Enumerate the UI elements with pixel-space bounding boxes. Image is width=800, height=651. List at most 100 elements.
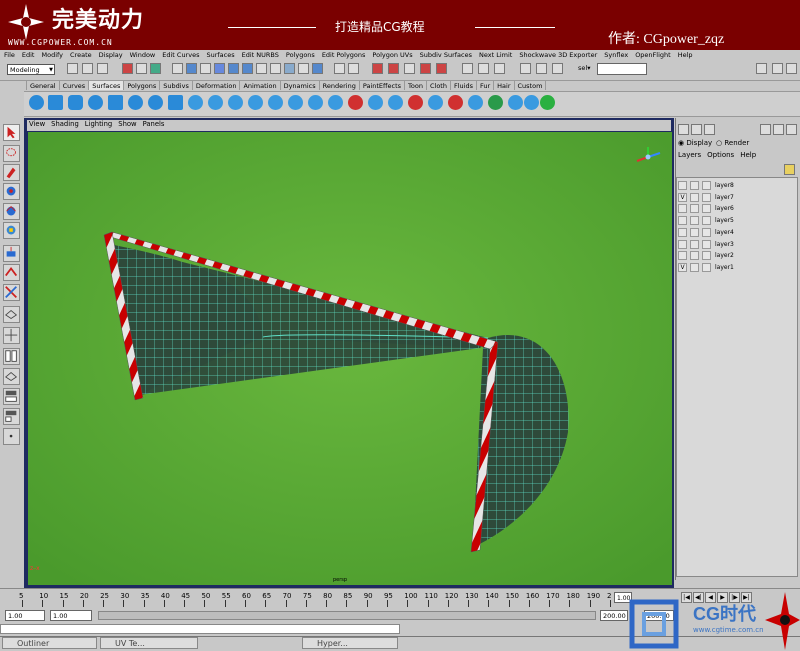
tab-subdivs[interactable]: Subdivs — [159, 80, 193, 90]
detach-icon[interactable] — [448, 95, 463, 110]
layer-row[interactable]: layer5 — [678, 215, 788, 226]
layer-color-swatch[interactable] — [702, 192, 711, 202]
nurbs-square-icon[interactable] — [168, 95, 183, 110]
layer-visibility-toggle[interactable] — [678, 227, 687, 237]
nurbs-circle-icon[interactable] — [148, 95, 163, 110]
loft-icon[interactable] — [208, 95, 223, 110]
menu-item-polygons[interactable]: Polygons — [286, 50, 315, 60]
layer-template-toggle[interactable] — [690, 262, 699, 272]
menu-item-next-limit[interactable]: Next Limit — [479, 50, 512, 60]
revolve-icon[interactable] — [188, 95, 203, 110]
layer-row[interactable]: layer4 — [678, 227, 788, 238]
manipulator-tool-icon[interactable] — [3, 245, 20, 262]
menu-item-surfaces[interactable]: Surfaces — [206, 50, 234, 60]
new-scene-icon[interactable] — [67, 63, 78, 74]
select-object-icon[interactable] — [136, 63, 147, 74]
layer-visibility-toggle[interactable] — [678, 181, 687, 190]
hypershade-layout-icon[interactable] — [3, 408, 20, 425]
mask7-icon[interactable] — [256, 63, 267, 74]
menu-item-subdiv-surfaces[interactable]: Subdiv Surfaces — [420, 50, 472, 60]
playback-start-field[interactable]: 1.00 — [50, 610, 92, 621]
mask2-icon[interactable] — [186, 63, 197, 74]
project-curve-icon[interactable] — [348, 95, 363, 110]
single-pane-layout-icon[interactable] — [3, 306, 20, 323]
history-icon[interactable] — [462, 63, 473, 74]
playback-end-field[interactable]: 200.00 — [600, 610, 628, 621]
mask-icon[interactable] — [172, 63, 183, 74]
layer-visibility-toggle[interactable]: V — [678, 192, 687, 202]
snap-curve-icon[interactable] — [388, 63, 399, 74]
menu-item-help[interactable]: Help — [678, 50, 693, 60]
outliner-layout-icon[interactable] — [3, 368, 20, 385]
nurbs-sphere-icon[interactable] — [29, 95, 44, 110]
menu-item-openflight[interactable]: OpenFlight — [635, 50, 671, 60]
tool-icon-a[interactable] — [760, 124, 771, 135]
layer-row[interactable]: layer3 — [678, 239, 788, 250]
layer-visibility-toggle[interactable] — [678, 216, 687, 226]
mask4-icon[interactable] — [214, 63, 225, 74]
mask6-icon[interactable] — [242, 63, 253, 74]
output-icon[interactable] — [494, 63, 505, 74]
layer-visibility-toggle[interactable] — [678, 251, 687, 261]
bevel-icon[interactable] — [328, 95, 343, 110]
mode-select[interactable]: Modeling — [7, 64, 55, 76]
layer-template-toggle[interactable] — [690, 239, 699, 249]
extrude-icon[interactable] — [248, 95, 263, 110]
layer-row[interactable]: layer8 — [678, 180, 788, 191]
tab-surfaces[interactable]: Surfaces — [88, 80, 125, 90]
layer-color-swatch[interactable] — [702, 239, 711, 249]
tab-general[interactable]: General — [26, 80, 60, 90]
mask9-icon[interactable] — [284, 63, 295, 74]
four-pane-layout-icon[interactable] — [3, 327, 20, 344]
move-tool-icon[interactable] — [3, 183, 20, 200]
tab-deformation[interactable]: Deformation — [191, 80, 241, 90]
layer-visibility-toggle[interactable]: V — [678, 262, 687, 272]
tab-polygons[interactable]: Polygons — [123, 80, 161, 90]
sculpt-icon[interactable] — [524, 95, 539, 110]
lasso-tool-icon[interactable] — [3, 145, 20, 162]
tab-fluids[interactable]: Fluids — [449, 80, 477, 90]
mask5-icon[interactable] — [228, 63, 239, 74]
two-pane-layout-icon[interactable] — [3, 348, 20, 365]
snap-grid-icon[interactable] — [372, 63, 383, 74]
align-icon[interactable] — [468, 95, 483, 110]
snap-point-icon[interactable] — [404, 63, 415, 74]
menu-item-edit-polygons[interactable]: Edit Polygons — [322, 50, 366, 60]
paint-select-tool-icon[interactable] — [3, 164, 20, 181]
select-hierarchy-icon[interactable] — [122, 63, 133, 74]
tab-dynamics[interactable]: Dynamics — [279, 80, 320, 90]
layer-template-toggle[interactable] — [690, 227, 699, 237]
layer-template-toggle[interactable] — [690, 216, 699, 226]
mask11-icon[interactable] — [312, 63, 323, 74]
layer-row[interactable]: Vlayer7 — [678, 192, 788, 203]
show-manipulator-icon[interactable] — [3, 284, 20, 301]
combined-tab-icon[interactable] — [704, 124, 715, 135]
viewport-canvas[interactable] — [28, 132, 672, 585]
viewport-menu-lighting[interactable]: Lighting — [85, 120, 112, 131]
birail-icon[interactable] — [268, 95, 283, 110]
highlight-icon[interactable] — [348, 63, 359, 74]
layer-editor-tab-icon[interactable] — [691, 124, 702, 135]
menu-item-display[interactable]: Display — [99, 50, 123, 60]
viewport-menu-shading[interactable]: Shading — [51, 120, 79, 131]
fillet-icon[interactable] — [508, 95, 523, 110]
lock-icon[interactable] — [334, 63, 345, 74]
menu-item-file[interactable]: File — [4, 50, 15, 60]
rotate-tool-icon[interactable] — [3, 203, 20, 220]
tool-icon-c[interactable] — [786, 124, 797, 135]
tab-cloth[interactable]: Cloth — [425, 80, 451, 90]
tab-fur[interactable]: Fur — [475, 80, 495, 90]
layer-visibility-toggle[interactable] — [678, 239, 687, 249]
layer-template-toggle[interactable] — [690, 192, 699, 202]
mask10-icon[interactable] — [298, 63, 309, 74]
nurbs-plane-icon[interactable] — [108, 95, 123, 110]
tab-rendering[interactable]: Rendering — [318, 80, 360, 90]
tool-settings-icon[interactable] — [786, 63, 797, 74]
layer-row[interactable]: layer2 — [678, 250, 788, 261]
nurbs-cone-icon[interactable] — [88, 95, 103, 110]
menu-item-create[interactable]: Create — [70, 50, 92, 60]
menu-item-synflex[interactable]: Synflex — [604, 50, 628, 60]
untrim-icon[interactable] — [408, 95, 423, 110]
layer-template-toggle[interactable] — [690, 204, 699, 214]
tab-toon[interactable]: Toon — [404, 80, 427, 90]
